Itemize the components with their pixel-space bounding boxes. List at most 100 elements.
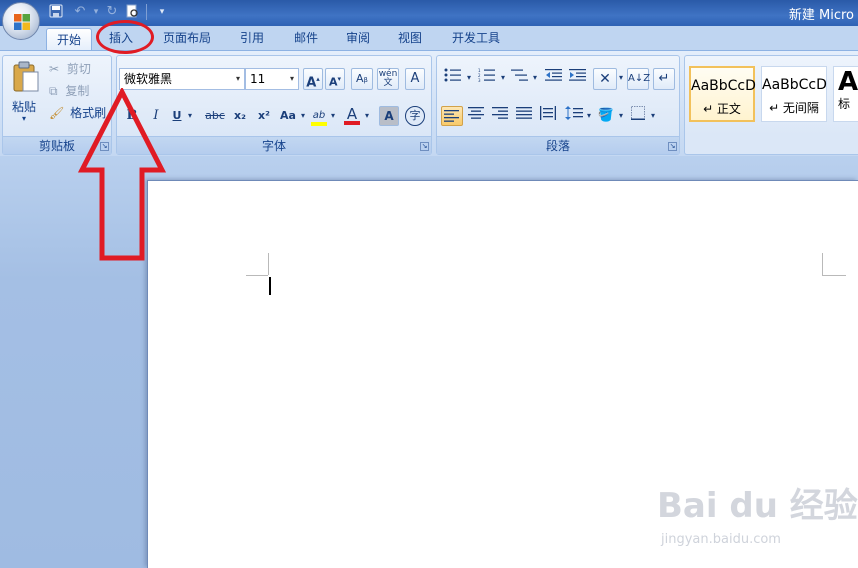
- style-no-spacing-name: ↵ 无间隔: [769, 101, 819, 115]
- paragraph-mark-icon: ↵: [658, 71, 670, 86]
- line-spacing-dropdown-icon[interactable]: ▾: [585, 106, 593, 126]
- change-case-dropdown-icon[interactable]: ▾: [299, 106, 307, 126]
- font-name-value: 微软雅黑: [124, 72, 173, 86]
- chinese-layout-button[interactable]: ✕: [593, 68, 617, 90]
- char-shading-button[interactable]: A: [379, 106, 399, 126]
- borders-dropdown-icon[interactable]: ▾: [649, 106, 657, 126]
- sort-button[interactable]: A↓Z: [627, 68, 650, 90]
- decrease-indent-button[interactable]: [543, 68, 565, 88]
- bullets-button[interactable]: [441, 68, 465, 88]
- align-center-button[interactable]: [465, 106, 487, 126]
- tab-references[interactable]: 引用: [230, 26, 274, 50]
- increase-indent-button[interactable]: [567, 68, 589, 88]
- align-right-icon: [492, 107, 508, 119]
- align-left-button[interactable]: [441, 106, 463, 126]
- enclose-chars-button[interactable]: 字: [405, 106, 425, 126]
- distributed-button[interactable]: [537, 106, 559, 126]
- underline-dropdown-icon[interactable]: ▾: [185, 106, 195, 126]
- scissors-icon: ✂: [49, 62, 60, 76]
- shrink-font-button[interactable]: A▾: [325, 68, 345, 90]
- highlight-button[interactable]: ab: [309, 106, 329, 126]
- office-logo-icon: [14, 14, 30, 30]
- clear-format-button[interactable]: Aᵦ: [351, 68, 373, 90]
- style-no-spacing-sample: AaBbCcD: [762, 77, 827, 93]
- style-normal[interactable]: AaBbCcD ↵ 正文: [689, 66, 756, 122]
- char-shading-icon: A: [384, 109, 394, 123]
- font-color-button[interactable]: A: [341, 104, 363, 125]
- office-button[interactable]: [2, 2, 40, 40]
- numbering-dropdown-icon[interactable]: ▾: [499, 68, 507, 88]
- justify-icon: [516, 107, 532, 119]
- tab-home[interactable]: 开始: [46, 28, 92, 51]
- redo-icon[interactable]: ↻: [104, 4, 120, 20]
- tab-developer[interactable]: 开发工具: [444, 26, 508, 50]
- phonetic-guide-button[interactable]: wén 文: [377, 68, 399, 90]
- font-launcher-icon[interactable]: ↘: [420, 142, 429, 151]
- underline-button[interactable]: U: [169, 106, 185, 126]
- shading-dropdown-icon[interactable]: ▾: [617, 106, 625, 126]
- font-name-dropdown-icon[interactable]: ▾: [232, 69, 244, 89]
- customize-qat-icon[interactable]: ▾: [154, 4, 170, 20]
- margin-corner-horizontal-left: [246, 275, 268, 276]
- paste-label: 粘贴: [12, 100, 37, 114]
- line-spacing-icon: [565, 106, 583, 120]
- paste-dropdown-icon: ▾: [22, 114, 27, 123]
- paragraph-group: ▾ 123 ▾ ▾ ✕ ▾ A↓Z ↵ ▾ 🪣 ▾ ▾ 段落 ↘: [436, 55, 680, 155]
- print-preview-icon[interactable]: [124, 4, 140, 20]
- char-border-button[interactable]: A: [405, 68, 425, 90]
- qat-separator: [146, 4, 147, 20]
- margin-corner-vertical-right: [822, 253, 823, 275]
- tab-review[interactable]: 审阅: [336, 26, 380, 50]
- paragraph-launcher-icon[interactable]: ↘: [668, 142, 677, 151]
- undo-icon[interactable]: ↶: [72, 4, 88, 20]
- svg-text:3: 3: [478, 78, 481, 82]
- bullets-dropdown-icon[interactable]: ▾: [465, 68, 473, 88]
- tab-page-layout[interactable]: 页面布局: [156, 26, 218, 50]
- font-color-swatch: [344, 121, 360, 125]
- font-color-dropdown-icon[interactable]: ▾: [363, 106, 371, 126]
- style-heading-name: 标: [838, 97, 851, 111]
- align-right-button[interactable]: [489, 106, 511, 126]
- save-icon[interactable]: [48, 4, 64, 20]
- tab-mailings[interactable]: 邮件: [284, 26, 328, 50]
- font-size-dropdown-icon[interactable]: ▾: [286, 69, 298, 89]
- superscript-button[interactable]: x²: [253, 106, 275, 126]
- paste-icon: [13, 61, 39, 92]
- phonetic-guide-icon: wén 文: [378, 69, 398, 88]
- show-marks-button[interactable]: ↵: [653, 68, 675, 90]
- style-normal-name: ↵ 正文: [703, 102, 741, 116]
- justify-button[interactable]: [513, 106, 535, 126]
- font-size-combo[interactable]: 11 ▾: [245, 68, 299, 90]
- line-spacing-button[interactable]: [563, 106, 585, 126]
- grow-font-button[interactable]: A▴: [303, 68, 323, 90]
- baidu-watermark: Bai du 经验 jingyan.baidu.com: [657, 478, 858, 558]
- paste-button[interactable]: 粘贴 ▾: [9, 58, 43, 130]
- window-title: 新建 Micro: [788, 8, 854, 23]
- undo-dropdown-icon[interactable]: ▾: [88, 4, 104, 20]
- tab-view[interactable]: 视图: [388, 26, 432, 50]
- multilevel-list-button[interactable]: [509, 68, 531, 88]
- style-heading[interactable]: A 标: [833, 66, 858, 122]
- borders-button[interactable]: [627, 106, 649, 126]
- highlight-dropdown-icon[interactable]: ▾: [329, 106, 337, 126]
- style-no-spacing[interactable]: AaBbCcD ↵ 无间隔: [761, 66, 827, 122]
- multilevel-dropdown-icon[interactable]: ▾: [531, 68, 539, 88]
- subscript-button[interactable]: x₂: [229, 106, 251, 126]
- distributed-icon: [540, 106, 556, 120]
- change-case-button[interactable]: Aa: [277, 106, 299, 126]
- font-name-combo[interactable]: 微软雅黑 ▾: [119, 68, 245, 90]
- shading-button[interactable]: 🪣: [595, 106, 617, 126]
- highlight-ellipse: [96, 20, 154, 54]
- numbering-icon: 123: [478, 68, 495, 83]
- chinese-layout-icon: ✕: [599, 71, 611, 87]
- enclose-chars-icon: 字: [409, 109, 421, 122]
- style-heading-sample: A: [838, 67, 858, 97]
- highlight-icon: ab: [312, 110, 326, 121]
- borders-icon: [631, 106, 645, 120]
- copy-icon: ⧉: [49, 84, 58, 98]
- numbering-button[interactable]: 123: [475, 68, 499, 88]
- cut-button[interactable]: ✂ 剪切: [49, 60, 109, 78]
- clear-format-icon: Aᵦ: [356, 72, 368, 85]
- strikethrough-button[interactable]: abc: [203, 106, 227, 126]
- chinese-layout-dropdown-icon[interactable]: ▾: [617, 68, 625, 88]
